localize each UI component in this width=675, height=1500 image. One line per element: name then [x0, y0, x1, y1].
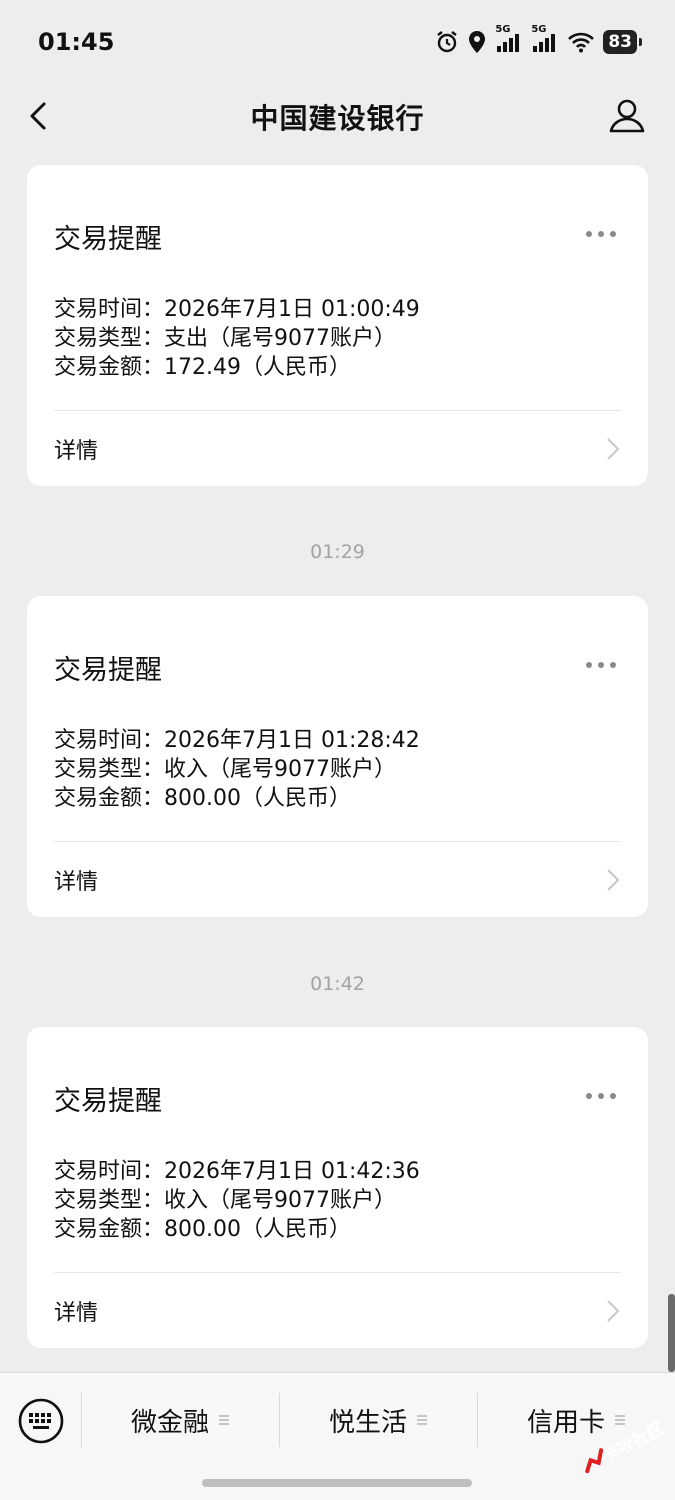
- card-content: 交易时间： 2026年7月1日 01:00:49 交易类型： 支出（尾号9077账户…: [54, 295, 420, 382]
- message-card: 交易提醒 交易时间： 2026年7月1日 01:00:49 交易类型： 支出（尾号9…: [27, 165, 648, 486]
- transaction-type: 交易类型： 收入（尾号9077账户）: [54, 1188, 397, 1213]
- transaction-time: 交易时间： 2026年7月1日 01:00:49: [54, 297, 420, 322]
- status-icons: 5G 5G 83: [435, 24, 642, 54]
- card-content: 交易时间： 2026年7月1日 01:28:42 交易类型： 收入（尾号9077账户…: [54, 726, 420, 813]
- status-time: 01:45: [38, 28, 115, 56]
- message-card: 交易提醒 交易时间： 2026年7月1日 01:28:42 交易类型： 收入（尾号9…: [27, 596, 648, 917]
- signal-icon: 5G: [531, 24, 559, 54]
- more-icon[interactable]: [584, 229, 618, 239]
- chevron-left-icon[interactable]: [22, 96, 62, 136]
- transaction-type: 交易类型： 支出（尾号9077账户）: [54, 326, 397, 351]
- card-title: 交易提醒: [54, 224, 162, 255]
- chevron-right-icon[interactable]: [606, 868, 620, 892]
- more-icon[interactable]: [584, 660, 618, 670]
- divider: [54, 410, 621, 411]
- message-card: 交易提醒 交易时间： 2026年7月1日 01:42:36 交易类型： 收入（尾号9…: [27, 1027, 648, 1348]
- divider: [54, 1272, 621, 1273]
- divider: [54, 841, 621, 842]
- transaction-amount: 交易金额： 800.00（人民币）: [54, 1217, 351, 1242]
- message-timestamp: 01:29: [310, 541, 365, 563]
- chevron-right-icon[interactable]: [606, 1299, 620, 1323]
- watermark-logo: 卡农社区: [585, 1417, 669, 1474]
- more-icon[interactable]: [584, 1091, 618, 1101]
- alarm-icon: [437, 31, 458, 53]
- chevron-right-icon[interactable]: [606, 437, 620, 461]
- menu-lines-icon: [219, 1415, 229, 1425]
- scrollbar[interactable]: [668, 1294, 675, 1372]
- card-title: 交易提醒: [54, 1086, 162, 1117]
- menu-lines-icon: [417, 1415, 427, 1425]
- transaction-amount: 交易金额： 800.00（人民币）: [54, 786, 351, 811]
- details-link[interactable]: 详情: [54, 1295, 98, 1327]
- keyboard-icon[interactable]: [17, 1397, 65, 1445]
- transaction-time: 交易时间： 2026年7月1日 01:42:36: [54, 1159, 420, 1184]
- transaction-time: 交易时间： 2026年7月1日 01:28:42: [54, 728, 420, 753]
- page-title: 中国建设银行: [250, 102, 425, 135]
- message-timestamp: 01:42: [310, 973, 365, 995]
- details-link[interactable]: 详情: [54, 864, 98, 896]
- location-icon: [469, 31, 486, 53]
- menu-item-life[interactable]: 悦生活: [280, 1391, 476, 1449]
- signal-icon: 5G: [495, 24, 523, 54]
- battery-icon: 83: [603, 30, 642, 54]
- transaction-amount: 交易金额： 172.49（人民币）: [54, 355, 351, 380]
- wifi-icon: [568, 32, 595, 53]
- menu-item-wei-finance[interactable]: 微金融: [82, 1391, 278, 1449]
- card-title: 交易提醒: [54, 655, 162, 686]
- status-bar: 01:45 5G 5G 83: [0, 0, 675, 84]
- transaction-type: 交易类型： 收入（尾号9077账户）: [54, 757, 397, 782]
- details-link[interactable]: 详情: [54, 433, 98, 465]
- person-icon[interactable]: [607, 96, 647, 136]
- nav-bar: 中国建设银行: [0, 84, 675, 150]
- home-indicator[interactable]: [202, 1479, 472, 1487]
- card-content: 交易时间： 2026年7月1日 01:42:36 交易类型： 收入（尾号9077账户…: [54, 1157, 420, 1244]
- svg-text:卡农社区: 卡农社区: [598, 1417, 668, 1467]
